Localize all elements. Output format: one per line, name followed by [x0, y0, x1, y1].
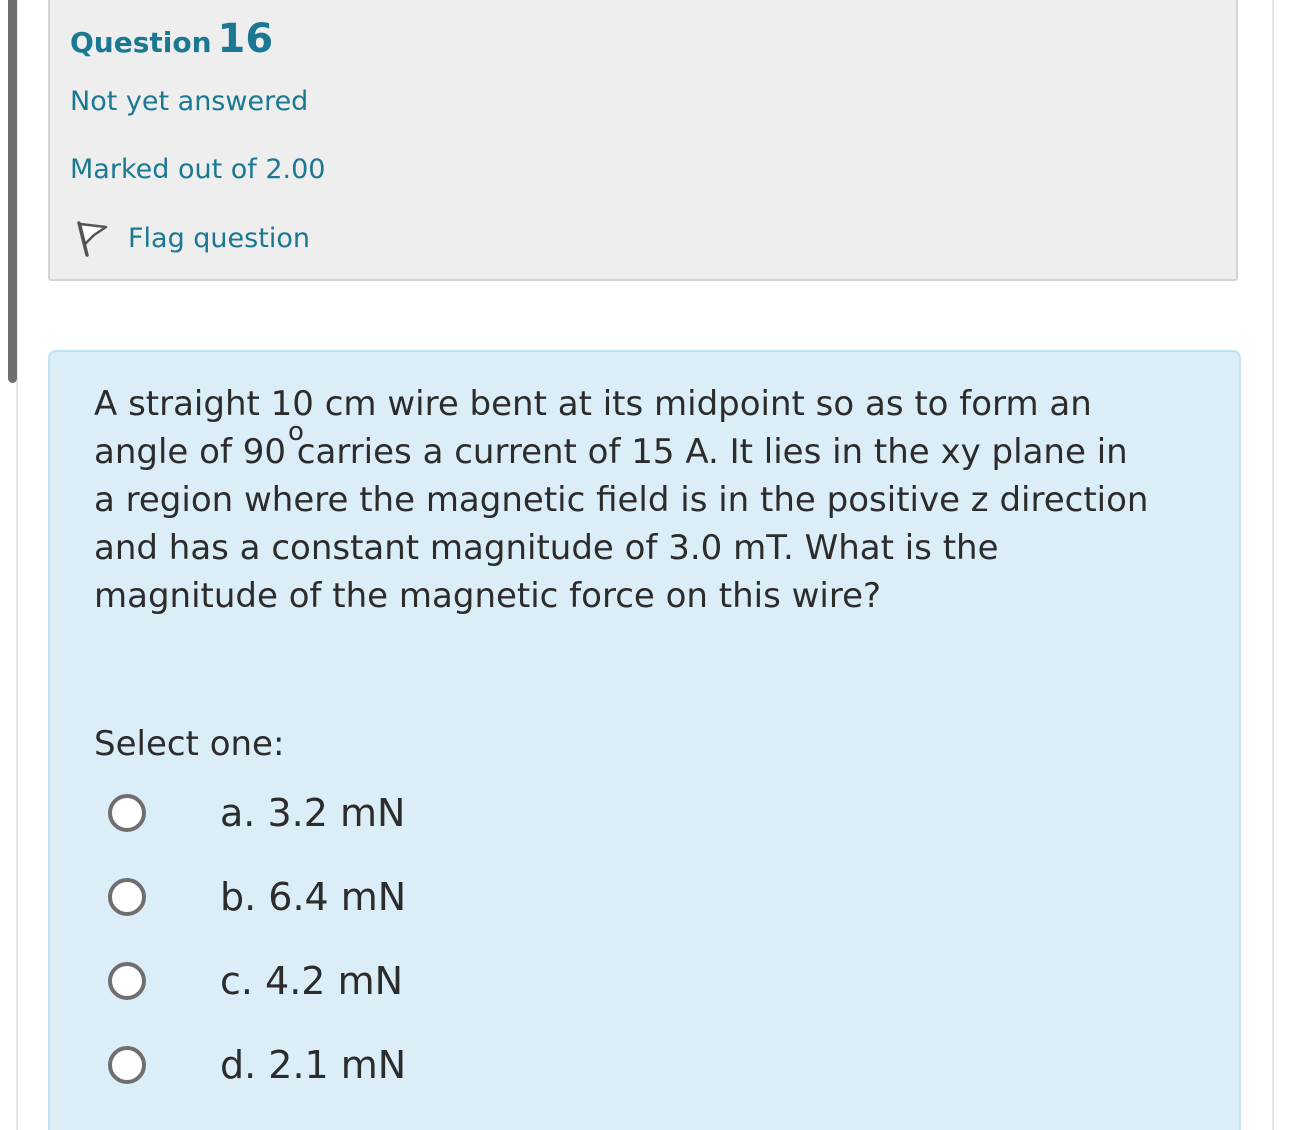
scrollbar-thumb[interactable] [8, 0, 17, 383]
answer-label-a[interactable]: a. 3.2 mN [220, 788, 405, 838]
answer-option-a[interactable]: a. 3.2 mN [106, 788, 906, 872]
radio-button-a[interactable] [108, 794, 146, 832]
answer-options: a. 3.2 mN b. 6.4 mN c. 4.2 mN d. 2.1 mN [106, 788, 906, 1124]
question-heading: Question 16 [70, 16, 273, 62]
question-state: Not yet answered [70, 86, 309, 117]
question-text: A straight 10 cm wire bent at its midpoi… [94, 380, 1154, 620]
radio-button-b[interactable] [108, 878, 146, 916]
select-one-prompt: Select one: [94, 724, 285, 764]
flag-question-label: Flag question [128, 222, 310, 254]
answer-label-b[interactable]: b. 6.4 mN [220, 872, 406, 922]
answer-label-c[interactable]: c. 4.2 mN [220, 956, 403, 1006]
quiz-page: Question 16 Not yet answered Marked out o… [0, 0, 1290, 1130]
degree-mark: o [287, 417, 304, 447]
answer-label-d[interactable]: d. 2.1 mN [220, 1040, 406, 1090]
radio-button-d[interactable] [108, 1046, 146, 1084]
answer-option-b[interactable]: b. 6.4 mN [106, 872, 906, 956]
flag-icon [72, 218, 110, 258]
flag-question-link[interactable]: Flag question [72, 218, 310, 258]
question-grade: Marked out of 2.00 [70, 154, 326, 185]
question-word: Question [70, 26, 212, 59]
radio-button-c[interactable] [108, 962, 146, 1000]
question-info-panel: Question 16 Not yet answered Marked out o… [48, 0, 1238, 281]
right-divider [1272, 0, 1274, 1130]
answer-option-d[interactable]: d. 2.1 mN [106, 1040, 906, 1124]
question-number: 16 [217, 16, 274, 62]
question-content-panel: A straight 10 cm wire bent at its midpoi… [48, 350, 1241, 1130]
answer-option-c[interactable]: c. 4.2 mN [106, 956, 906, 1040]
